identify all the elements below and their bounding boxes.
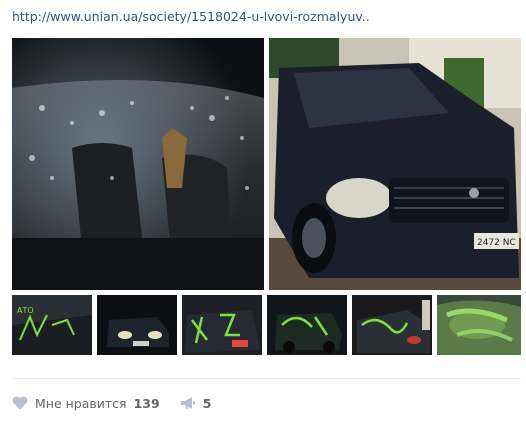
thumbnail-6[interactable] <box>437 295 521 355</box>
graffiti-car-image <box>267 295 347 355</box>
graffiti-car-image: АТО <box>12 295 92 355</box>
post-photo-1[interactable] <box>12 38 264 290</box>
share-count: 5 <box>202 395 212 411</box>
thumbnail-3[interactable] <box>182 295 262 355</box>
thumbnail-2[interactable] <box>97 295 177 355</box>
divider <box>12 378 521 379</box>
like-count: 139 <box>133 395 160 411</box>
post-photo-2[interactable]: 2472 NC <box>269 38 521 290</box>
like-label: Мне нравится <box>35 395 127 411</box>
thumbnail-1[interactable]: АТО <box>12 295 92 355</box>
like-button[interactable]: Мне нравится 139 <box>12 396 160 411</box>
svg-text:АТО: АТО <box>17 306 34 315</box>
car-interior-image <box>12 38 264 290</box>
share-button[interactable]: 5 <box>180 395 212 411</box>
graffiti-car-image <box>182 295 262 355</box>
megaphone-icon <box>180 397 195 409</box>
thumbnail-4[interactable] <box>267 295 347 355</box>
suv-front-image: 2472 NC <box>269 38 521 290</box>
post-link[interactable]: http://www.unian.ua/society/1518024-u-lv… <box>12 9 512 24</box>
post-actions: Мне нравится 139 5 <box>12 392 231 414</box>
night-car-image <box>97 295 177 355</box>
svg-text:2472 NC: 2472 NC <box>477 238 516 248</box>
thumbnail-5[interactable] <box>352 295 432 355</box>
heart-icon <box>12 396 28 410</box>
graffiti-windshield-image <box>437 295 521 355</box>
graffiti-car-image <box>352 295 432 355</box>
